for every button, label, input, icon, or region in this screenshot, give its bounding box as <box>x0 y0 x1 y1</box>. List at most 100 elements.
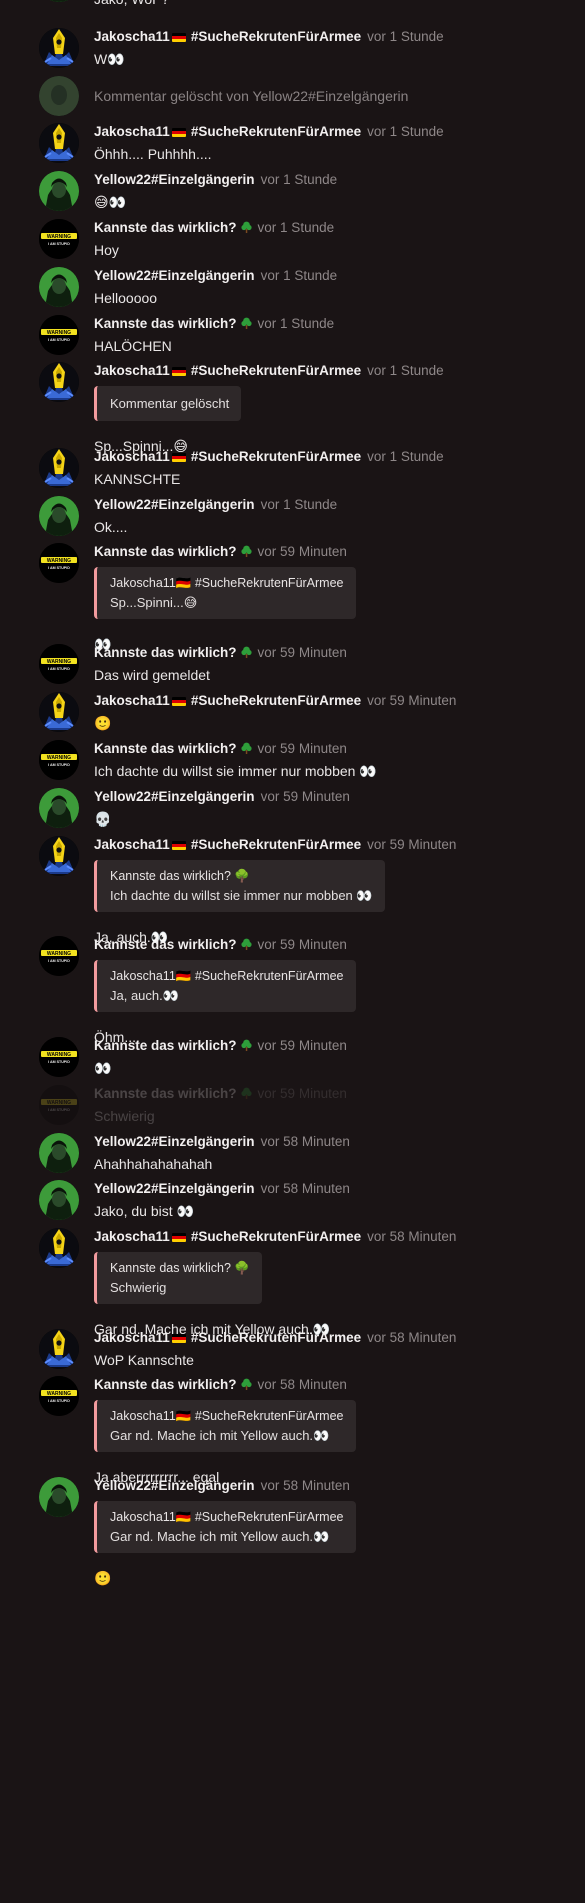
comment-header: Yellow22#Einzelgängerin vor 1 Stunde <box>94 496 575 514</box>
comment-content: Yellow22#Einzelgängerin vor 1 Stunde Ok...… <box>94 496 575 536</box>
quoted-comment[interactable]: Kannste das wirklich? 🌳 Ich dachte du wil… <box>94 860 385 912</box>
timestamp[interactable]: vor 59 Minuten <box>258 544 347 559</box>
author-name[interactable]: Yellow22#Einzelgängerin <box>94 497 255 512</box>
timestamp[interactable]: vor 59 Minuten <box>258 1038 347 1053</box>
comment-text: 👀 <box>94 1060 112 1076</box>
timestamp[interactable]: vor 59 Minuten <box>367 837 456 852</box>
author-name[interactable]: Yellow22#Einzelgängerin <box>94 789 255 804</box>
timestamp[interactable]: vor 1 Stunde <box>261 497 338 512</box>
author-name[interactable]: Yellow22#Einzelgängerin <box>94 1478 255 1493</box>
comment-content: Yellow22#Einzelgängerin vor 58 Minuten Jak… <box>94 1477 575 1587</box>
author-name[interactable]: Jakoscha11 #SucheRekrutenFürArmee <box>94 363 361 378</box>
avatar[interactable] <box>39 788 79 828</box>
quoted-comment[interactable]: Kannste das wirklich? 🌳 Schwierig <box>94 1252 262 1304</box>
timestamp[interactable]: vor 1 Stunde <box>258 220 335 235</box>
timestamp[interactable]: vor 1 Stunde <box>367 29 444 44</box>
author-name[interactable]: Yellow22#Einzelgängerin <box>94 1134 255 1149</box>
avatar[interactable] <box>39 123 79 163</box>
quoted-comment[interactable]: Jakoscha11🇩🇪 #SucheRekrutenFürArmee Gar n… <box>94 1400 356 1452</box>
avatar[interactable]: WARNING I AM STUPID <box>39 644 79 684</box>
comment-text: Öhhh.... Puhhhh.... <box>94 146 212 162</box>
avatar[interactable]: WARNING I AM STUPID <box>39 543 79 583</box>
author-name[interactable]: Kannste das wirklich? <box>94 741 252 756</box>
avatar[interactable] <box>39 1180 79 1220</box>
timestamp[interactable]: vor 1 Stunde <box>258 316 335 331</box>
author-name[interactable]: Yellow22#Einzelgängerin <box>94 268 255 283</box>
timestamp[interactable]: vor 58 Minuten <box>261 1134 350 1149</box>
author-name[interactable]: Kannste das wirklich? <box>94 937 252 952</box>
quoted-comment[interactable]: Jakoscha11🇩🇪 #SucheRekrutenFürArmee Gar n… <box>94 1501 356 1553</box>
author-name[interactable]: Kannste das wirklich? <box>94 645 252 660</box>
author-name[interactable]: Jakoscha11 #SucheRekrutenFürArmee <box>94 693 361 708</box>
comment-header: Yellow22#Einzelgängerin vor 58 Minuten <box>94 1477 575 1495</box>
timestamp[interactable]: vor 58 Minuten <box>261 1478 350 1493</box>
de-flag-icon <box>171 128 186 137</box>
deleted-notice: Kommentar gelöscht von Yellow22#Einzelgä… <box>94 88 409 104</box>
quoted-comment[interactable]: Jakoscha11🇩🇪 #SucheRekrutenFürArmee Ja, a… <box>94 960 356 1012</box>
de-flag-icon <box>171 1233 186 1242</box>
author-name[interactable]: Yellow22#Einzelgängerin <box>94 1181 255 1196</box>
tree-icon <box>240 545 252 557</box>
comment-content: Kommentar gelöscht von Yellow22#Einzelgä… <box>94 86 575 106</box>
avatar[interactable]: WARNING I AM STUPID <box>39 1085 79 1125</box>
timestamp[interactable]: vor 59 Minuten <box>258 645 347 660</box>
avatar[interactable] <box>39 1228 79 1268</box>
author-name[interactable]: Kannste das wirklich? <box>94 544 252 559</box>
avatar[interactable]: WARNING I AM STUPID <box>39 1376 79 1416</box>
timestamp[interactable]: vor 58 Minuten <box>367 1330 456 1345</box>
svg-text:WARNING: WARNING <box>47 1391 71 1397</box>
avatar[interactable] <box>39 692 79 732</box>
avatar[interactable] <box>39 1477 79 1517</box>
author-name[interactable]: Jakoscha11 #SucheRekrutenFürArmee <box>94 837 361 852</box>
author-name[interactable]: Kannste das wirklich? <box>94 220 252 235</box>
avatar[interactable] <box>39 496 79 536</box>
timestamp[interactable]: vor 59 Minuten <box>258 741 347 756</box>
timestamp[interactable]: vor 59 Minuten <box>367 693 456 708</box>
author-name-text: Kannste das wirklich? <box>94 544 237 559</box>
author-name[interactable]: Kannste das wirklich? <box>94 316 252 331</box>
avatar[interactable] <box>39 267 79 307</box>
avatar[interactable]: WARNING I AM STUPID <box>39 1037 79 1077</box>
author-name-text: Jakoscha11 <box>94 449 170 464</box>
avatar[interactable]: WARNING I AM STUPID <box>39 219 79 259</box>
avatar[interactable] <box>39 1329 79 1369</box>
avatar[interactable]: WARNING I AM STUPID <box>39 740 79 780</box>
svg-text:WARNING: WARNING <box>47 558 71 564</box>
timestamp[interactable]: vor 1 Stunde <box>367 363 444 378</box>
author-tag: #SucheRekrutenFürArmee <box>190 363 362 378</box>
author-name[interactable]: Jakoscha11 #SucheRekrutenFürArmee <box>94 1229 361 1244</box>
avatar[interactable] <box>39 171 79 211</box>
author-name[interactable]: Jakoscha11 #SucheRekrutenFürArmee <box>94 124 361 139</box>
author-name[interactable]: Kannste das wirklich? <box>94 1038 252 1053</box>
timestamp[interactable]: vor 58 Minuten <box>258 1377 347 1392</box>
avatar[interactable] <box>39 448 79 488</box>
comment-content: Jakoscha11 #SucheRekrutenFürArmee vor 59 M… <box>94 692 575 732</box>
avatar[interactable] <box>39 362 79 402</box>
timestamp[interactable]: vor 59 Minuten <box>258 937 347 952</box>
avatar[interactable] <box>39 836 79 876</box>
author-name[interactable]: Jakoscha11 #SucheRekrutenFürArmee <box>94 1330 361 1345</box>
author-name[interactable]: Yellow22#Einzelgängerin <box>94 172 255 187</box>
avatar[interactable]: WARNING I AM STUPID <box>39 315 79 355</box>
author-name[interactable]: Kannste das wirklich? <box>94 1086 252 1101</box>
author-name[interactable]: Jakoscha11 #SucheRekrutenFürArmee <box>94 449 361 464</box>
comment-header: Yellow22#Einzelgängerin vor 58 Minuten <box>94 1180 575 1198</box>
avatar[interactable] <box>39 1133 79 1173</box>
timestamp[interactable]: vor 1 Stunde <box>261 268 338 283</box>
avatar[interactable]: WARNING I AM STUPID <box>39 936 79 976</box>
timestamp[interactable]: vor 58 Minuten <box>367 1229 456 1244</box>
avatar[interactable] <box>39 28 79 68</box>
comment-header: Jakoscha11 #SucheRekrutenFürArmee vor 1 St… <box>94 362 575 380</box>
avatar[interactable] <box>39 0 79 2</box>
timestamp[interactable]: vor 1 Stunde <box>261 172 338 187</box>
author-name[interactable]: Kannste das wirklich? <box>94 1377 252 1392</box>
timestamp[interactable]: vor 1 Stunde <box>367 124 444 139</box>
quoted-comment[interactable]: Jakoscha11🇩🇪 #SucheRekrutenFürArmee Sp...… <box>94 567 356 619</box>
timestamp[interactable]: vor 59 Minuten <box>258 1086 347 1101</box>
timestamp[interactable]: vor 58 Minuten <box>261 1181 350 1196</box>
quoted-comment[interactable]: Kommentar gelöscht <box>94 386 242 421</box>
comment-content: Jako, WoP? <box>94 0 575 8</box>
timestamp[interactable]: vor 59 Minuten <box>261 789 350 804</box>
author-name[interactable]: Jakoscha11 #SucheRekrutenFürArmee <box>94 29 361 44</box>
timestamp[interactable]: vor 1 Stunde <box>367 449 444 464</box>
